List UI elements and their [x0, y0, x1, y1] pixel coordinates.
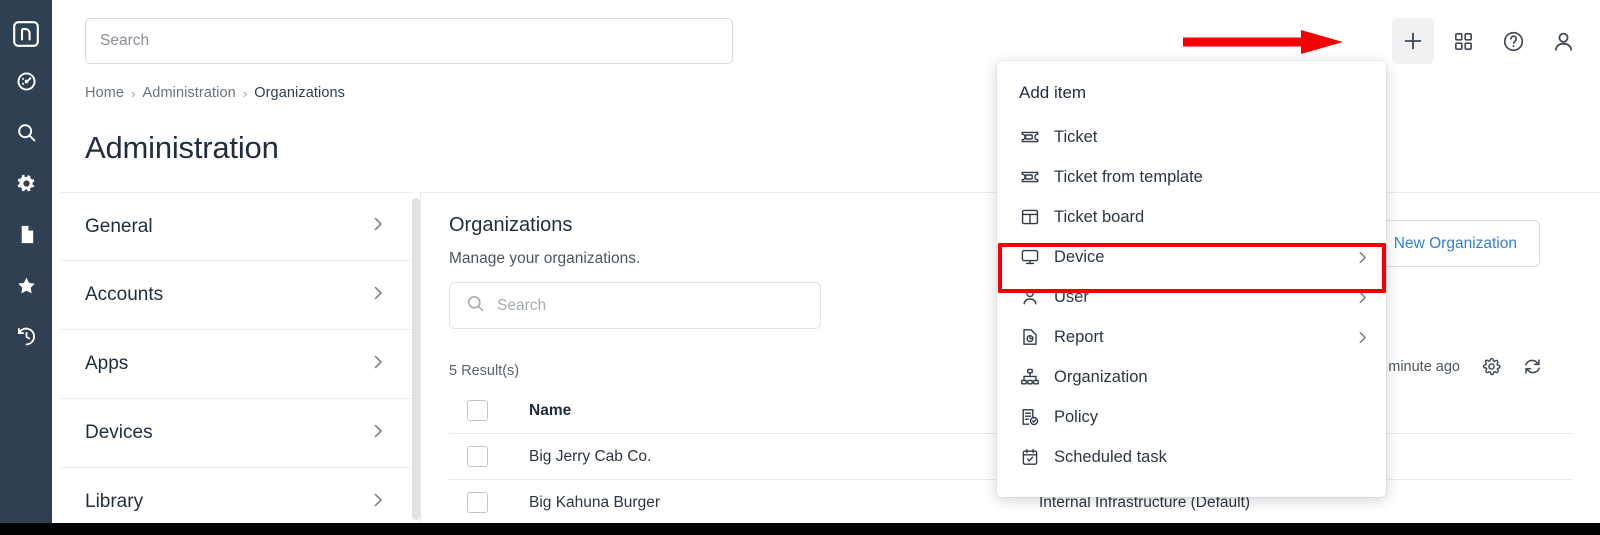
refresh-sync-icon[interactable] [1523, 357, 1542, 376]
menu-item-ticket-from-template[interactable]: Ticket from template [997, 157, 1386, 197]
chevron-right-icon [1355, 290, 1370, 305]
add-item-menu-title: Add item [1019, 83, 1087, 102]
menu-item-label: Organization [1054, 367, 1148, 386]
breadcrumb-separator-icon: › [131, 85, 136, 101]
apps-grid-button[interactable] [1442, 18, 1484, 64]
app-window: Home › Administration › Organizations Ad… [0, 0, 1600, 535]
ticket-icon [1019, 127, 1040, 148]
breadcrumb-separator-icon: › [242, 85, 248, 101]
sidebar-item-devices[interactable]: Devices [60, 399, 412, 468]
search-icon [466, 294, 485, 318]
menu-item-label: Policy [1054, 407, 1099, 426]
breadcrumb: Home › Administration › Organizations [85, 85, 345, 101]
menu-item-organization[interactable]: Organization [997, 357, 1386, 397]
menu-item-report[interactable]: Report [997, 317, 1386, 357]
result-count: 5 Result(s) [449, 363, 520, 379]
menu-item-device[interactable]: Device [997, 237, 1386, 277]
left-icon-rail [0, 0, 52, 523]
select-all-cell [449, 400, 529, 421]
policy-check-icon [1019, 407, 1040, 428]
row-checkbox[interactable] [467, 492, 488, 513]
calendar-check-icon [1019, 447, 1040, 468]
breadcrumb-item-home[interactable]: Home [85, 85, 124, 101]
chevron-right-icon [1355, 330, 1370, 345]
menu-item-label: User [1054, 287, 1089, 306]
chevron-right-icon [370, 423, 386, 444]
nav-label: Apps [85, 353, 129, 374]
breadcrumb-item-organizations[interactable]: Organizations [254, 85, 345, 101]
section-subtitle: Manage your organizations. [449, 250, 641, 267]
sidebar-item-accounts[interactable]: Accounts [60, 261, 412, 330]
menu-item-label: Ticket board [1054, 207, 1145, 226]
sidebar-item-apps[interactable]: Apps [60, 330, 412, 399]
new-organization-button[interactable]: New Organization [1370, 220, 1540, 267]
column-header-name[interactable]: Name [529, 402, 1039, 420]
row-select-cell [449, 492, 529, 513]
new-organization-label: New Organization [1393, 234, 1517, 252]
profile-button[interactable] [1542, 18, 1584, 64]
chevron-right-icon [370, 216, 386, 237]
cell-name: Big Jerry Cab Co. [529, 447, 652, 465]
row-checkbox[interactable] [467, 446, 488, 467]
menu-item-label: Ticket [1054, 127, 1098, 146]
nav-label: Library [85, 491, 144, 512]
page-title: Administration [85, 130, 279, 165]
menu-item-user[interactable]: User [997, 277, 1386, 317]
cell-name: Big Kahuna Burger [529, 493, 660, 511]
app-logo-n-icon[interactable] [12, 20, 40, 48]
chevron-right-icon [370, 354, 386, 375]
nav-label: General [85, 215, 153, 237]
chevron-right-icon [370, 285, 386, 306]
row-select-cell [449, 446, 529, 467]
menu-item-label: Device [1054, 247, 1105, 266]
menu-item-label: Scheduled task [1054, 447, 1167, 466]
search-icon[interactable] [8, 114, 44, 150]
list-meta-row: 1 minute ago [1376, 357, 1542, 376]
add-item-button[interactable] [1392, 18, 1434, 64]
menu-item-label: Ticket from template [1054, 167, 1203, 186]
sidebar-item-general[interactable]: General [60, 192, 412, 261]
monitor-device-icon [1019, 247, 1040, 268]
chevron-right-icon [370, 492, 386, 513]
menu-item-ticket[interactable]: Ticket [997, 117, 1386, 157]
menu-item-scheduled-task[interactable]: Scheduled task [997, 437, 1386, 477]
menu-item-ticket-board[interactable]: Ticket board [997, 197, 1386, 237]
board-layout-icon [1019, 207, 1040, 228]
settings-nav-list: General Accounts Apps Devices Library [60, 192, 412, 523]
ticket-icon [1019, 167, 1040, 188]
document-icon[interactable] [8, 216, 44, 252]
menu-item-label: Report [1054, 327, 1104, 346]
nav-scrollbar[interactable] [412, 198, 420, 520]
gear-icon[interactable] [1482, 357, 1501, 376]
bottom-black-bar [0, 523, 1600, 535]
organizations-search-box[interactable] [449, 282, 821, 329]
sidebar-item-library[interactable]: Library [60, 468, 412, 523]
select-all-checkbox[interactable] [467, 400, 488, 421]
user-person-icon [1019, 287, 1040, 308]
add-item-menu: Add item Ticket Ticket from template Tic… [997, 61, 1386, 497]
nav-label: Devices [85, 422, 153, 443]
org-hierarchy-icon [1019, 367, 1040, 388]
star-icon[interactable] [8, 267, 44, 303]
global-search-box[interactable] [85, 18, 733, 64]
chevron-right-icon [1355, 250, 1370, 265]
section-title: Organizations [449, 214, 573, 236]
nav-label: Accounts [85, 284, 164, 305]
last-updated-text: 1 minute ago [1376, 358, 1460, 375]
menu-item-policy[interactable]: Policy [997, 397, 1386, 437]
gear-icon[interactable] [8, 165, 44, 201]
header-actions [1392, 18, 1584, 64]
help-button[interactable] [1492, 18, 1534, 64]
history-clock-icon[interactable] [8, 318, 44, 354]
breadcrumb-item-administration[interactable]: Administration [143, 85, 236, 101]
dashboard-gauge-icon[interactable] [8, 63, 44, 99]
organizations-search-input[interactable] [497, 296, 804, 315]
search-input[interactable] [100, 32, 718, 50]
report-chart-icon [1019, 327, 1040, 348]
